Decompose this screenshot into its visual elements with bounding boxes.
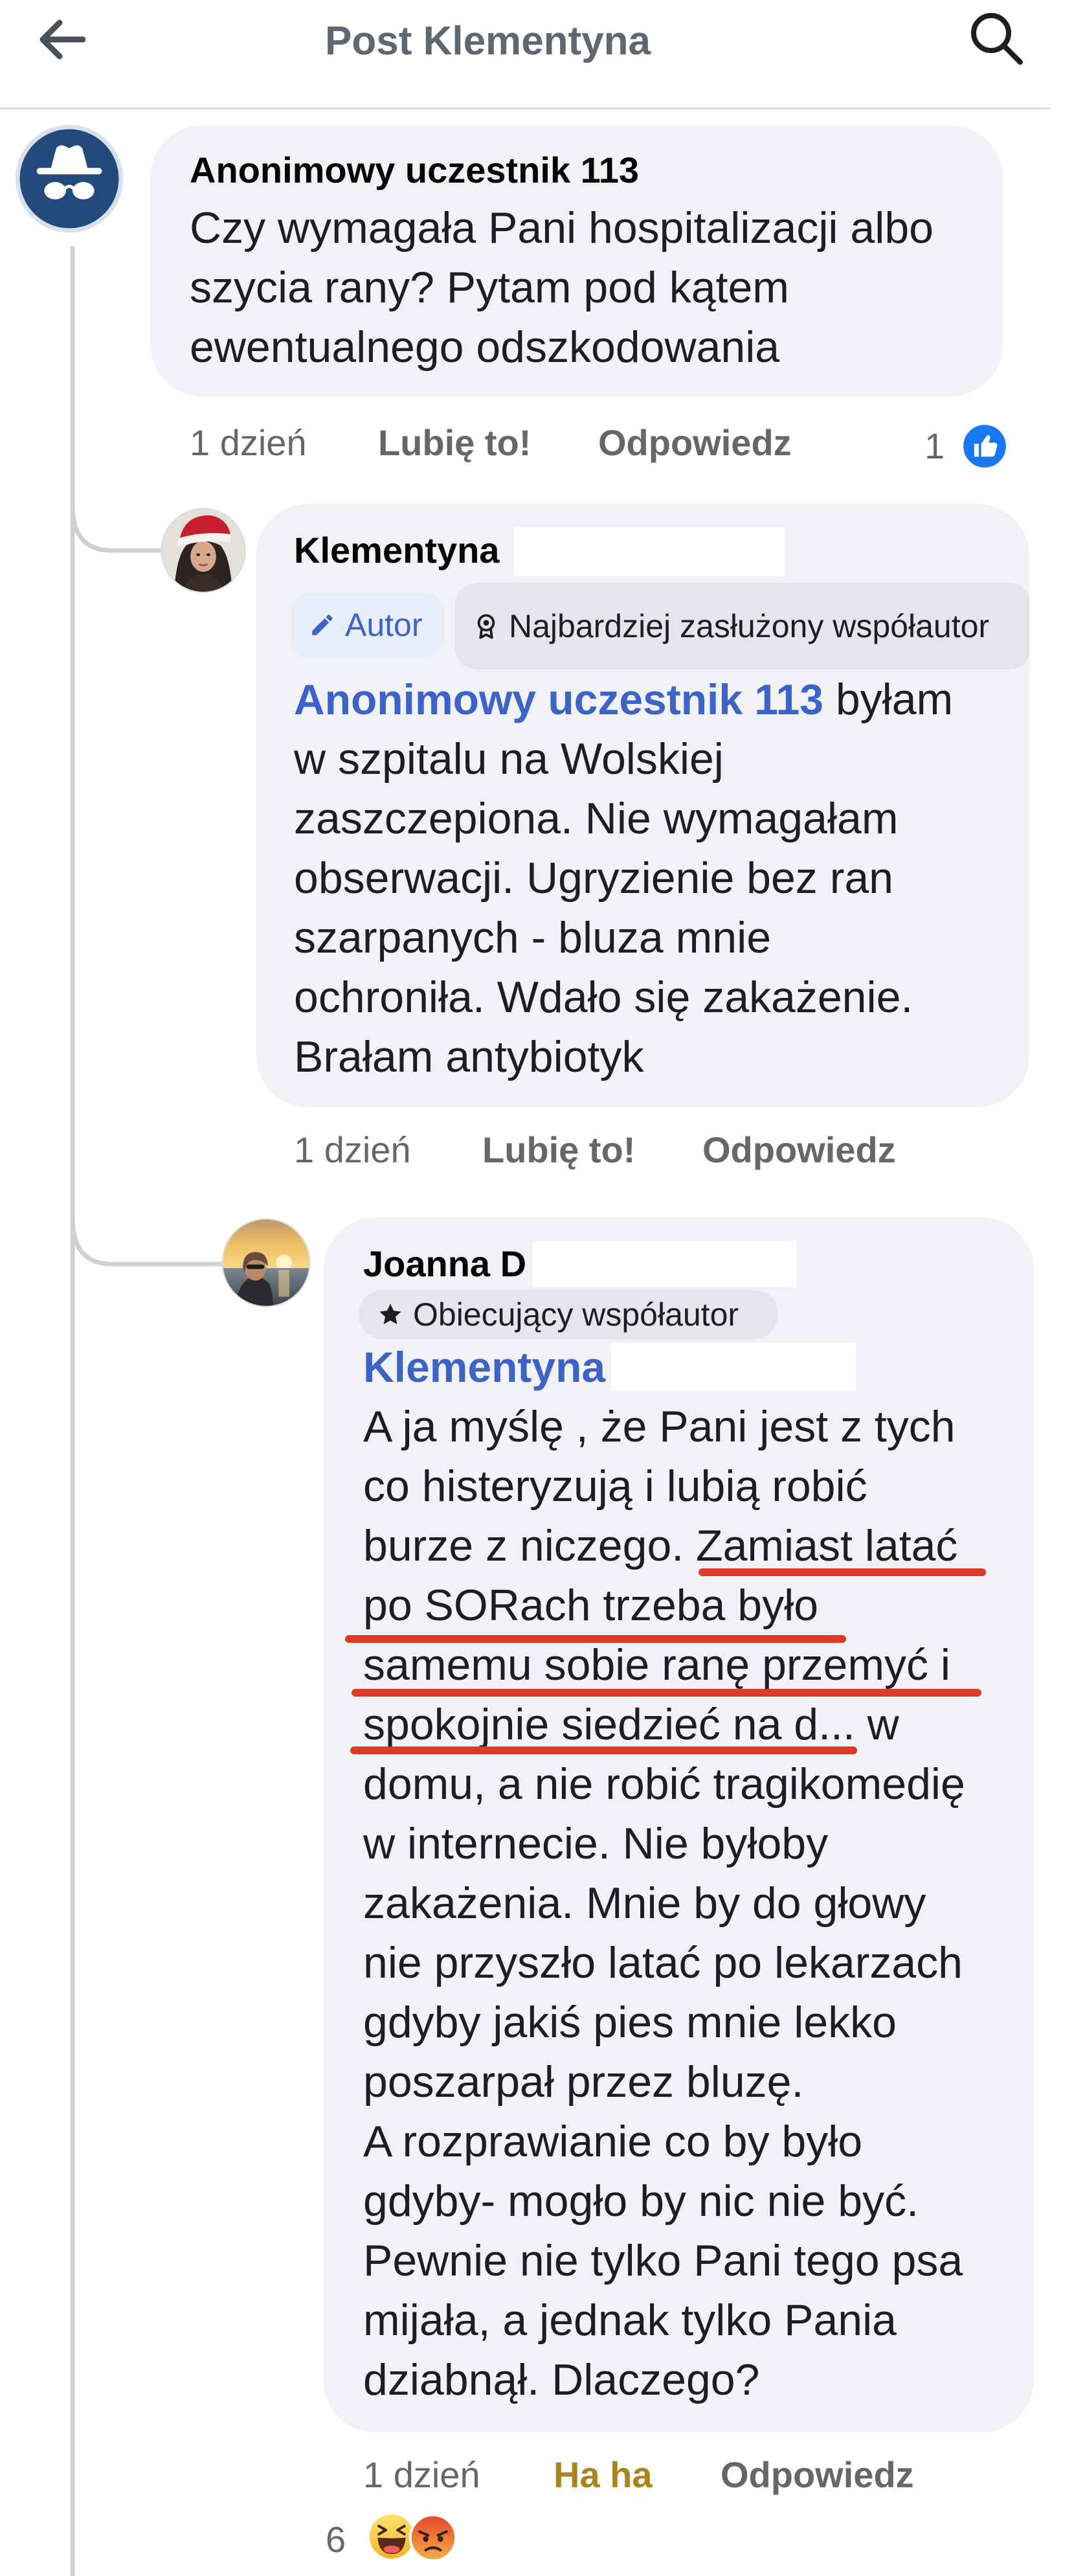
thread-connector xyxy=(70,1217,223,1267)
comment-text: byłam xyxy=(823,675,954,724)
comment-text-line: ochroniła. Wdało się zakażenie. xyxy=(294,973,913,1022)
author-badge: Autor xyxy=(291,593,444,657)
red-underline-annotation xyxy=(699,1568,986,1576)
comment-text-line: spokojnie siedzieć na d... w xyxy=(363,1700,899,1749)
like-button[interactable]: Lubię to! xyxy=(378,420,531,466)
star-icon xyxy=(379,1304,401,1324)
comment-text-line: szycia rany? Pytam pod kątem xyxy=(190,263,789,312)
comment-text-line: nie przyszło latać po lekarzach xyxy=(363,1938,963,1987)
red-underline-annotation xyxy=(345,1635,846,1643)
comment-text-line: ewentualnego odszkodowania xyxy=(190,322,780,372)
reply-button[interactable]: Odpowiedz xyxy=(721,2452,914,2498)
comment-text: Anonimowy uczestnik 113 byłam w szpitalu… xyxy=(294,670,953,1087)
contributor-badge: Najbardziej zasłużony współautor xyxy=(454,583,1029,670)
comment-text-line: szarpanych - bluza mnie xyxy=(294,913,772,962)
comment-text-line: mijała, a jednak tylko Pania xyxy=(363,2296,897,2345)
mention-link[interactable]: Klementyna xyxy=(363,1343,605,1391)
comment-text-line: gdyby- mogło by nic nie być. xyxy=(363,2176,919,2226)
comment-text: Czy wymagała Pani hospitalizacji albo sz… xyxy=(190,198,934,377)
comment-text-line: Brałam antybiotyk xyxy=(294,1032,644,1081)
like-icon[interactable] xyxy=(961,423,1008,469)
reply-button[interactable]: Odpowiedz xyxy=(702,1127,896,1173)
comment-text-line: Czy wymagała Pani hospitalizacji albo xyxy=(190,203,934,253)
redacted-area xyxy=(514,527,785,576)
medal-icon xyxy=(477,614,495,639)
contributor-badge: Obiecujący współautor xyxy=(359,1290,778,1339)
comment-text-line: domu, a nie robić tragikomedię xyxy=(363,1759,965,1809)
comment-text: Klementyna A ja myślę , że Pani jest z t… xyxy=(363,1337,965,2410)
timestamp-link[interactable]: 1 dzień xyxy=(294,1127,411,1173)
comment-text-line: poszarpał przez bluzę. xyxy=(363,2057,804,2107)
comment-author[interactable]: Joanna D xyxy=(363,1241,526,1287)
red-underline-annotation xyxy=(352,1689,981,1697)
comment-bubble: Klementyna Autor Najbardziej zasłużony w… xyxy=(256,504,1029,1107)
badge-label: Obiecujący współautor xyxy=(413,1296,739,1333)
comment-text-line: zakażenia. Mnie by do głowy xyxy=(363,1879,926,1928)
reaction-count[interactable]: 1 xyxy=(924,424,945,469)
comment-text-line: Pewnie nie tylko Pani tego psa xyxy=(363,2236,963,2285)
angry-emoji-icon[interactable] xyxy=(408,2513,458,2562)
comment-text-line: po SORach trzeba było xyxy=(363,1581,819,1630)
comment-author[interactable]: Anonimowy uczestnik 113 xyxy=(190,148,639,193)
redacted-area xyxy=(532,1241,796,1287)
comment-text-line: gdyby jakiś pies mnie lekko xyxy=(363,1998,897,2047)
badge-label: Autor xyxy=(345,607,423,643)
comment-text-line: w szpitalu na Wolskiej xyxy=(294,734,724,784)
profile-photo-avatar[interactable] xyxy=(221,1218,311,1307)
thread-connector xyxy=(70,504,162,553)
comment-text-line: A rozprawianie co by było xyxy=(363,2117,863,2166)
reply-button[interactable]: Odpowiedz xyxy=(598,420,792,466)
comment-text-line: dziabnął. Dlaczego? xyxy=(363,2355,760,2404)
pencil-icon xyxy=(312,615,333,635)
reaction-count[interactable]: 6 xyxy=(326,2517,346,2562)
mention-link[interactable]: Anonimowy uczestnik 113 xyxy=(294,675,823,723)
comment-text-line: obserwacji. Ugryzienie bez ran xyxy=(294,853,893,903)
haha-reaction-button[interactable]: Ha ha xyxy=(554,2452,653,2498)
timestamp-link[interactable]: 1 dzień xyxy=(190,420,307,466)
profile-photo-avatar[interactable] xyxy=(161,508,246,593)
red-underline-annotation xyxy=(350,1746,857,1754)
comment-bubble: Joanna D Obiecujący współautor Klementyn… xyxy=(324,1217,1034,2432)
timestamp-link[interactable]: 1 dzień xyxy=(363,2452,480,2498)
redacted-area xyxy=(611,1343,856,1391)
comment-text-line: w internecie. Nie byłoby xyxy=(363,1819,829,1868)
comment-text-line: zaszczepiona. Nie wymagałam xyxy=(294,794,899,843)
comment-text-line: burze z niczego. Zamiast latać xyxy=(363,1521,958,1570)
comment-bubble: Anonimowy uczestnik 113 Czy wymagała Pan… xyxy=(150,126,1003,396)
incognito-avatar[interactable] xyxy=(15,124,124,233)
badge-label: Najbardziej zasłużony współautor xyxy=(509,608,990,644)
comment-text-line: samemu sobie ranę przemyć i xyxy=(363,1640,951,1689)
like-button[interactable]: Lubię to! xyxy=(482,1127,635,1173)
comment-author[interactable]: Klementyna xyxy=(294,528,499,573)
comment-text-line: co histeryzują i lubią robić xyxy=(363,1462,867,1511)
comment-text-line: A ja myślę , że Pani jest z tych xyxy=(363,1402,956,1451)
